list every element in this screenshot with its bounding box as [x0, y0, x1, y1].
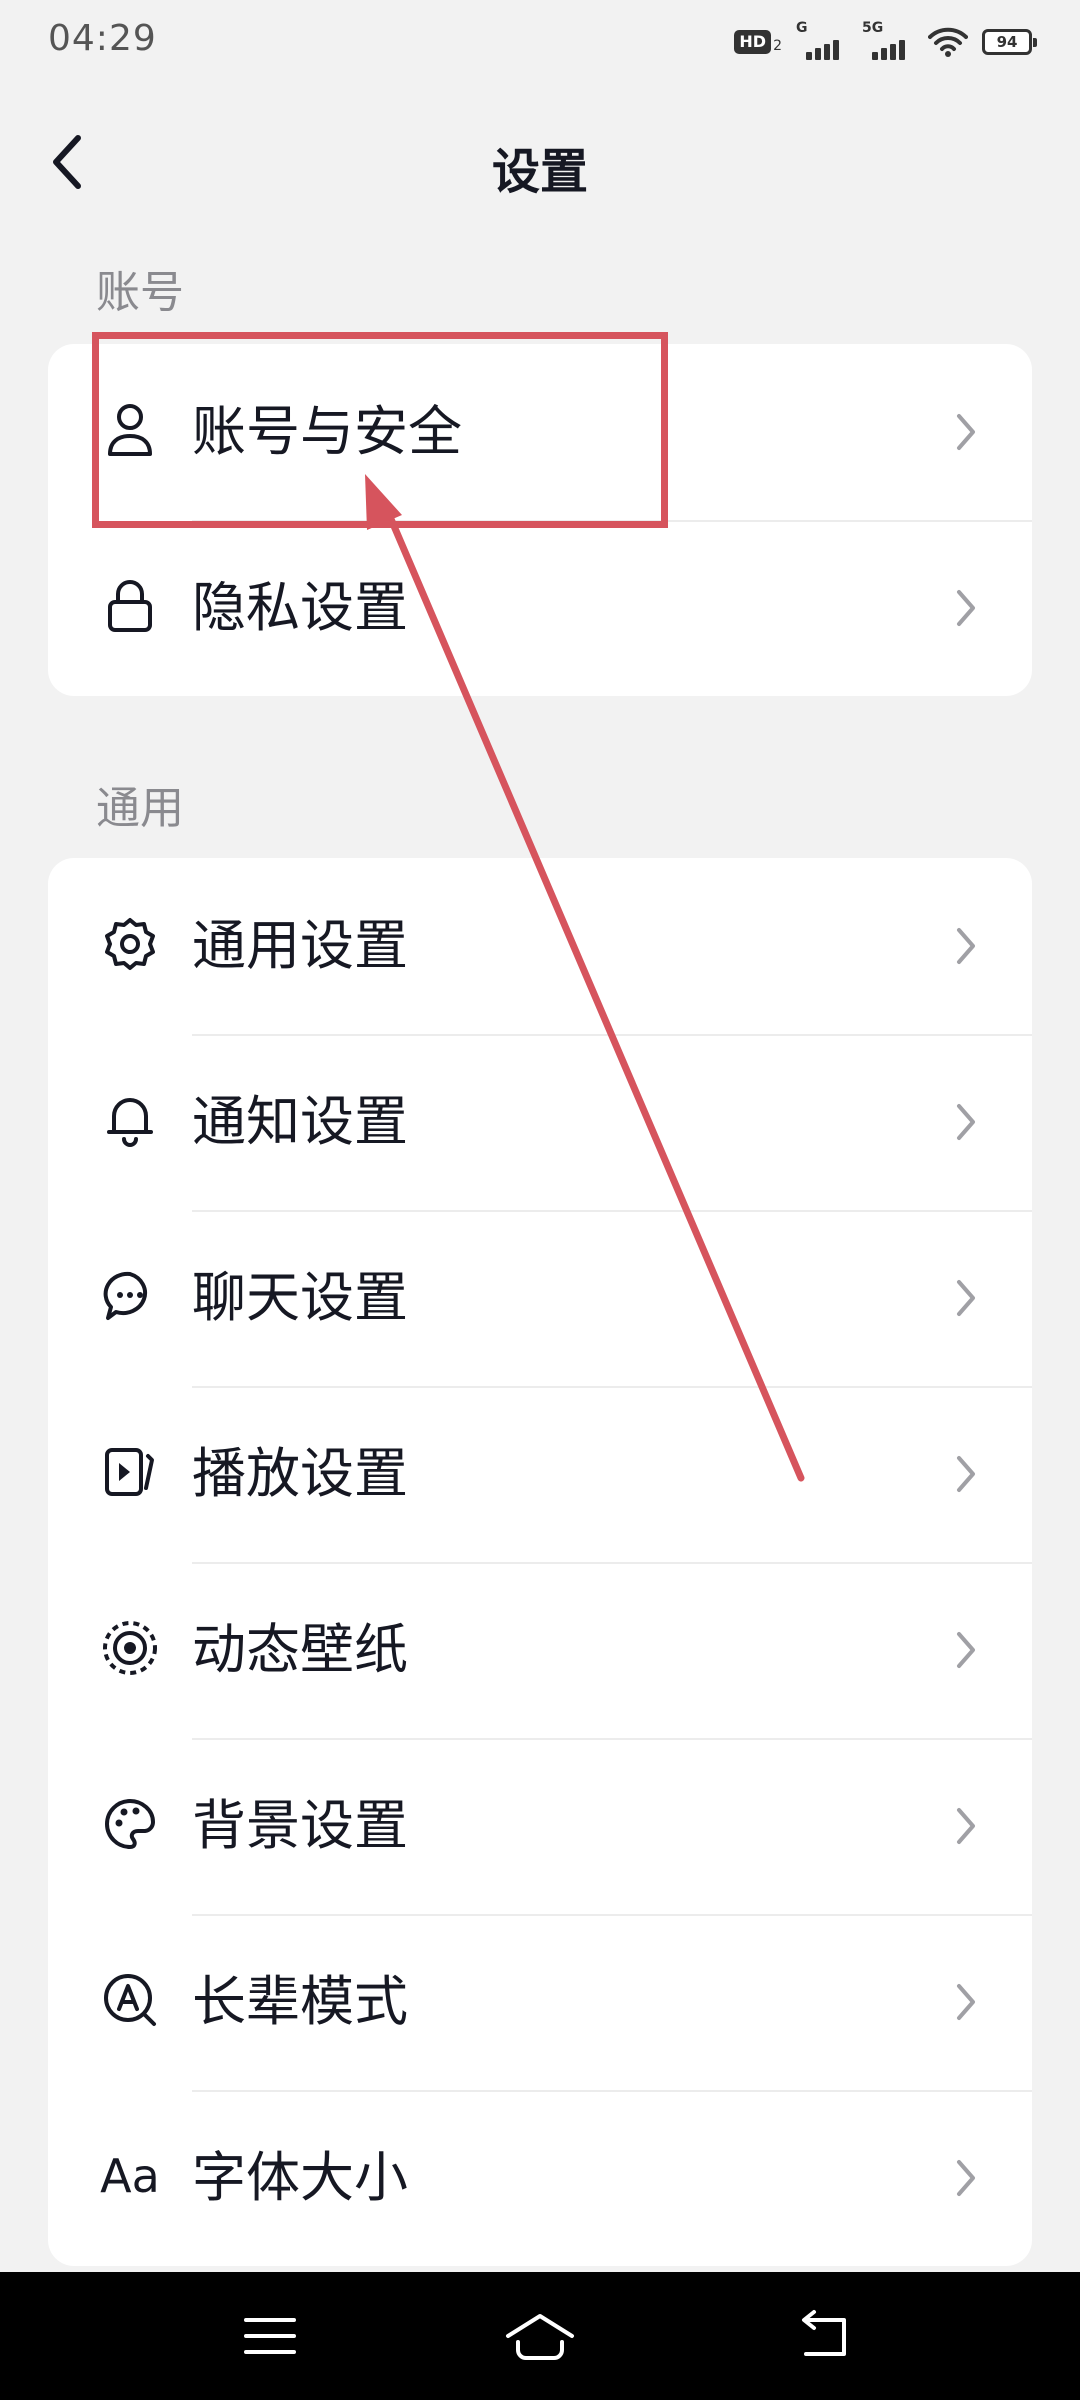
- status-bar: 04:29 HD 2 G 5G 94: [0, 0, 1080, 84]
- chevron-right-icon: [957, 1808, 975, 1844]
- status-time: 04:29: [48, 18, 157, 59]
- menu-button[interactable]: [230, 2306, 310, 2366]
- chat-bubble-icon: [100, 1266, 160, 1326]
- chevron-right-icon: [957, 414, 975, 450]
- back-nav-button[interactable]: [784, 2306, 864, 2366]
- menu-item-font-size[interactable]: Aa 字体大小: [48, 2090, 1032, 2266]
- play-icon: [100, 1442, 160, 1502]
- menu-item-label: 动态壁纸: [192, 1618, 408, 1681]
- menu-item-label: 字体大小: [192, 2146, 408, 2209]
- bell-icon: [100, 1090, 160, 1150]
- menu-item-privacy[interactable]: 隐私设置: [48, 520, 1032, 696]
- section-title-general: 通用: [96, 783, 184, 834]
- menu-item-label: 长辈模式: [192, 1970, 408, 2033]
- font-size-icon: Aa: [100, 2149, 160, 2203]
- menu-item-chat-settings[interactable]: 聊天设置: [48, 1210, 1032, 1386]
- battery-icon: 94: [982, 29, 1037, 55]
- home-icon: [506, 2314, 574, 2360]
- elder-mode-icon: [100, 1970, 160, 2030]
- gear-icon: [100, 914, 160, 974]
- menu-item-label: 通知设置: [192, 1090, 408, 1153]
- chevron-right-icon: [957, 1632, 975, 1668]
- chevron-right-icon: [957, 590, 975, 626]
- menu-item-background-settings[interactable]: 背景设置: [48, 1738, 1032, 1914]
- signal-g-icon: G: [796, 20, 848, 60]
- menu-item-label: 通用设置: [192, 914, 408, 977]
- menu-item-label: 聊天设置: [192, 1266, 408, 1329]
- account-card: 账号与安全 隐私设置: [48, 344, 1032, 696]
- chevron-right-icon: [957, 1456, 975, 1492]
- header: 设置: [0, 110, 1080, 214]
- hd-icon: HD 2: [734, 30, 782, 54]
- menu-item-elder-mode[interactable]: 长辈模式: [48, 1914, 1032, 2090]
- chevron-right-icon: [957, 2160, 975, 2196]
- chevron-right-icon: [957, 1984, 975, 2020]
- back-nav-icon: [802, 2310, 846, 2356]
- user-icon: [100, 400, 160, 460]
- palette-icon: [100, 1794, 160, 1854]
- signal-5g-icon: 5G: [862, 20, 914, 60]
- live-wallpaper-icon: [100, 1618, 160, 1678]
- menu-item-label: 隐私设置: [192, 576, 408, 639]
- menu-item-label: 账号与安全: [192, 400, 462, 463]
- chevron-right-icon: [957, 928, 975, 964]
- chevron-right-icon: [957, 1104, 975, 1140]
- menu-icon: [244, 2318, 296, 2354]
- navigation-bar: [0, 2272, 1080, 2400]
- menu-item-label: 背景设置: [192, 1794, 408, 1857]
- status-icons: HD 2 G 5G 94: [734, 20, 1037, 62]
- menu-item-account-security[interactable]: 账号与安全: [48, 344, 1032, 520]
- general-card: 通用设置 通知设置 聊天设置 播放设置 动态壁纸 背景设置 长辈模式 Aa 字体…: [48, 858, 1032, 2266]
- chevron-right-icon: [957, 1280, 975, 1316]
- section-title-account: 账号: [96, 267, 184, 318]
- page-title: 设置: [491, 144, 588, 200]
- menu-item-notification-settings[interactable]: 通知设置: [48, 1034, 1032, 1210]
- home-button[interactable]: [500, 2306, 580, 2366]
- menu-item-label: 播放设置: [192, 1442, 408, 1505]
- wifi-icon: [928, 26, 968, 58]
- menu-item-live-wallpaper[interactable]: 动态壁纸: [48, 1562, 1032, 1738]
- menu-item-general-settings[interactable]: 通用设置: [48, 858, 1032, 1034]
- lock-icon: [100, 576, 160, 636]
- menu-item-playback-settings[interactable]: 播放设置: [48, 1386, 1032, 1562]
